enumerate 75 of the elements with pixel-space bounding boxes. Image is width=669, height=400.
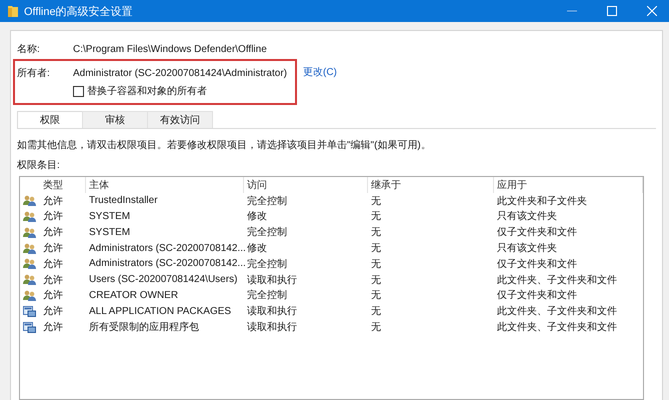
column-header[interactable]: 应用于	[494, 177, 643, 193]
table-cell-text: 读取和执行	[246, 274, 298, 287]
package-icon	[23, 306, 36, 317]
table-cell-text: 允许	[42, 226, 64, 240]
table-cell-text: SYSTEM	[88, 210, 132, 222]
info-text: 如需其他信息，请双击权限项目。若要修改权限项目，请选择该项目并单击"编辑"(如果可用)。	[17, 138, 432, 152]
table-cell-text: 允许	[42, 242, 64, 256]
table-cell-text: 无	[370, 194, 382, 208]
table-cell-text: 仅子文件夹和文件	[496, 258, 578, 271]
package-icon	[23, 322, 36, 333]
table-cell-text: ALL APPLICATION PACKAGES	[88, 306, 232, 317]
tab[interactable]: 审核	[82, 111, 148, 128]
table-cell-text: 允许	[42, 320, 64, 334]
tab[interactable]: 有效访问	[147, 111, 213, 128]
table-cell-text: 修改	[246, 242, 268, 256]
table-cell-text: Administrators (SC-20200708142...	[88, 242, 244, 254]
entries-label: 权限条目:	[17, 158, 61, 172]
table-cell-text: 仅子文件夹和文件	[496, 288, 578, 302]
users-icon	[23, 274, 36, 286]
table-cell-text: 允许	[42, 304, 64, 318]
table-cell-text: 无	[370, 321, 382, 334]
table-cell-text: 无	[370, 258, 382, 271]
table-cell-text: 此文件夹、子文件夹和文件	[496, 274, 618, 287]
table-cell-text: 允许	[42, 288, 64, 302]
users-icon	[23, 290, 36, 301]
users-icon	[23, 195, 36, 206]
table-cell-text: 无	[370, 274, 382, 287]
owner-value: Administrator (SC-202007081424\Administrator)	[73, 68, 287, 78]
maximize-icon	[607, 6, 617, 16]
table-cell-text: 无	[370, 242, 382, 256]
users-icon	[23, 242, 36, 254]
users-icon	[23, 210, 36, 222]
folder-icon	[8, 5, 18, 17]
column-header[interactable]: 类型	[40, 177, 86, 193]
owner-label: 所有者:	[17, 66, 51, 80]
table-cell-text: 此文件夹、子文件夹和文件	[496, 320, 618, 334]
table-cell-text: TrustedInstaller	[88, 195, 159, 206]
table-cell-text: SYSTEM	[88, 226, 132, 238]
checkbox-label: 替换子容器和对象的所有者	[87, 84, 207, 98]
table-cell-text: 完全控制	[246, 288, 288, 302]
name-label: 名称:	[17, 43, 41, 56]
table-cell-text: 读取和执行	[246, 320, 298, 334]
window-title: Offline的高级安全设置	[24, 4, 134, 18]
name-value: C:\Program Files\Windows Defender\Offline	[73, 44, 267, 54]
table-cell-text: 只有该文件夹	[496, 242, 558, 256]
table-cell-text: 无	[370, 305, 382, 318]
table-cell-text: 修改	[246, 210, 268, 224]
users-icon	[23, 258, 36, 270]
table-cell-text: 读取和执行	[246, 304, 298, 318]
column-header[interactable]: 主体	[86, 177, 244, 193]
table-cell-text: 完全控制	[246, 194, 288, 208]
close-icon	[647, 6, 657, 16]
table-cell-text: 允许	[42, 194, 64, 208]
table-cell-text: 允许	[42, 210, 64, 224]
table-cell-text: 无	[370, 289, 382, 302]
column-header[interactable]: 继承于	[368, 177, 494, 193]
table-cell-text: 只有该文件夹	[496, 210, 558, 224]
table-cell-text: 完全控制	[246, 258, 288, 271]
table-cell-text: 允许	[42, 258, 64, 271]
checkbox[interactable]	[73, 86, 84, 96]
table-cell-text: 此文件夹和子文件夹	[496, 194, 588, 208]
table-cell-text: CREATOR OWNER	[88, 290, 180, 301]
table-cell-text: 所有受限制的应用程序包	[88, 320, 200, 334]
column-header[interactable]: 访问	[244, 177, 368, 193]
table-cell-text: 无	[370, 226, 382, 240]
table-cell-text: 无	[370, 210, 382, 224]
change-link[interactable]: 更改(C)	[303, 65, 337, 79]
table-cell-text: Users (SC-202007081424\Users)	[88, 274, 238, 286]
table-cell-text: 仅子文件夹和文件	[496, 226, 578, 240]
tab[interactable]: 权限	[17, 111, 83, 128]
users-icon	[23, 226, 36, 238]
table-cell-text: 完全控制	[246, 226, 288, 240]
table-cell-text: 允许	[42, 274, 64, 287]
table-cell-text: 此文件夹、子文件夹和文件	[496, 304, 618, 318]
table-cell-text: Administrators (SC-20200708142...	[88, 258, 244, 270]
